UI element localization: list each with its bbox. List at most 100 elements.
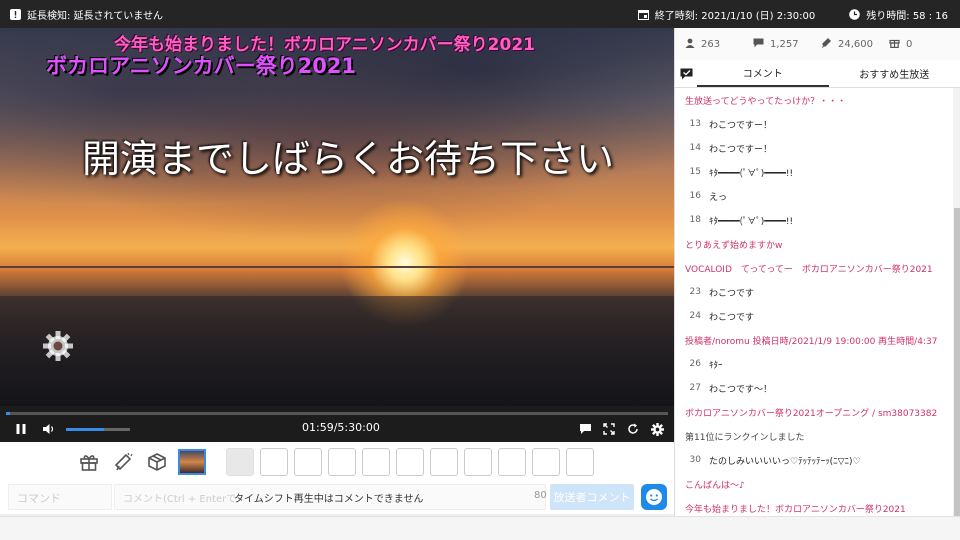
gift-slot[interactable] [396, 448, 424, 476]
reload-icon[interactable] [622, 418, 644, 440]
operator-comment-row[interactable]: VOCALOID てってってー ボカロアニソンカバー祭り2021 [675, 256, 953, 280]
comment-row[interactable]: 16 えっ [675, 184, 953, 208]
program-thumbnail[interactable] [178, 449, 206, 475]
comment-text: わこつです [709, 312, 755, 323]
comment-text: ｷﾀ━━━━(ﾟ∀ﾟ)━━━━!! [709, 168, 794, 179]
command-input[interactable]: コマンド [8, 484, 112, 510]
gift-slot[interactable] [328, 448, 356, 476]
gear-icon[interactable] [42, 330, 74, 362]
comment-number: 15 [689, 167, 701, 177]
comment-scrollbar[interactable] [953, 88, 960, 516]
system-message-row[interactable]: 第11位にランクインしました [675, 424, 953, 448]
tab-recommended[interactable]: おすすめ生放送 [829, 60, 960, 87]
comment-text: わこつですー！ [709, 120, 773, 131]
gift-slot[interactable] [362, 448, 390, 476]
comment-icon[interactable] [574, 418, 596, 440]
comment-number: 26 [689, 359, 701, 369]
comment-text: ｷﾀ━━━━(ﾟ∀ﾟ)━━━━!! [709, 216, 794, 227]
gift-slot[interactable] [464, 448, 492, 476]
comment-row[interactable]: 13 わこつですー！ [675, 112, 953, 136]
gift-toolbar [0, 442, 674, 482]
ad-megaphone-icon[interactable] [110, 449, 136, 475]
comment-text: 第11位にランクインしました [685, 432, 805, 443]
operator-comment-row[interactable]: ボカロアニソンカバー祭り2021オープニング / sm38073382 [675, 400, 953, 424]
comment-list[interactable]: 生放送ってどうやってたっけか？・・・ 13 わこつですー！ 14 わこつですー！ 15 ｷﾀ… [675, 88, 953, 516]
calendar-icon [637, 9, 649, 20]
comment-row[interactable]: 27 わこつです～！ [675, 376, 953, 400]
ad-megaphone-icon [821, 37, 832, 51]
comment-number: 18 [689, 215, 701, 225]
comment-row[interactable]: 18 ｷﾀ━━━━(ﾟ∀ﾟ)━━━━!! [675, 208, 953, 232]
comment-row[interactable]: 15 ｷﾀ━━━━(ﾟ∀ﾟ)━━━━!! [675, 160, 953, 184]
overlay-subtitle: ボカロアニソンカバー祭り2021 [46, 54, 357, 78]
comment-text: わこつです [709, 288, 755, 299]
shoreline [0, 296, 674, 406]
comment-text: 投稿者/noromu 投稿日時/2021/1/9 19:00:00 再生時間/4… [685, 336, 938, 347]
ad-points: 24,600 [838, 38, 873, 50]
timeshift-message: タイムシフト再生中はコメントできません [234, 494, 424, 505]
gift-icon [889, 37, 900, 51]
comment-text: とりあえず始めますかw [685, 240, 783, 251]
gift-stat: 0 [889, 37, 957, 51]
viewer-stat: 263 [685, 38, 753, 51]
warning-icon [10, 8, 21, 20]
operator-comment-row[interactable]: こんばんは～♪ [675, 472, 953, 496]
clock-icon [849, 8, 861, 20]
broadcaster-comment-button[interactable]: 放送者コメント [550, 484, 634, 510]
comment-input-bar: コマンド コメント(Ctrl + Enterで タイムシフト再生中はコメントでき… [0, 482, 674, 514]
box-icon[interactable] [144, 449, 170, 475]
comment-number: 23 [689, 287, 701, 297]
volume-level [66, 427, 105, 431]
chat-toggle-icon[interactable] [675, 60, 697, 87]
comment-row[interactable]: 26 ｷﾀｰ [675, 352, 953, 376]
gift-slot[interactable] [260, 448, 288, 476]
comment-text: こんばんは～♪ [685, 480, 745, 491]
play-pause-icon[interactable] [10, 418, 32, 440]
seek-bar[interactable] [6, 412, 668, 415]
volume-icon[interactable] [38, 418, 60, 440]
comment-stat: 1,257 [753, 38, 821, 51]
viewer-count: 263 [701, 38, 721, 50]
gift-slot[interactable] [498, 448, 526, 476]
operator-comment-row[interactable]: 生放送ってどうやってたっけか？・・・ [675, 88, 953, 112]
timecode: 01:59/5:30:00 [302, 421, 380, 434]
comment-number: 16 [689, 191, 701, 201]
horizon-line [0, 266, 674, 268]
video-player[interactable]: 今年も始まりました！ボカロアニソンカバー祭り2021 ボカロアニソンカバー祭り2… [0, 28, 674, 406]
comment-text: ボカロアニソンカバー祭り2021オープニング / sm38073382 [685, 408, 938, 419]
gift-slot[interactable] [294, 448, 322, 476]
gift-slot[interactable] [430, 448, 458, 476]
comment-text: 今年も始まりました！ボカロアニソンカバー祭り2021 [685, 504, 906, 515]
seek-progress [6, 412, 10, 415]
comment-number: 24 [689, 311, 701, 321]
comment-number: 30 [689, 455, 701, 465]
extension-status: 延長検知: 延長されていません [27, 10, 163, 22]
operator-comment-row[interactable]: 投稿者/noromu 投稿日時/2021/1/9 19:00:00 再生時間/4… [675, 328, 953, 352]
comment-row[interactable]: 24 わこつです [675, 304, 953, 328]
comment-text: わこつです～！ [709, 384, 773, 395]
fullscreen-icon[interactable] [598, 418, 620, 440]
comment-row[interactable]: 23 わこつです [675, 280, 953, 304]
gift-slot[interactable] [226, 448, 254, 476]
tab-comments[interactable]: コメント [697, 60, 829, 87]
comment-number: 27 [689, 383, 701, 393]
comment-text: わこつですー！ [709, 144, 773, 155]
face-icon[interactable] [641, 484, 667, 510]
gift-icon[interactable] [76, 449, 102, 475]
comment-row[interactable]: 30 たのしみいいいいっ♡ﾃｯﾃｯﾃｰｯ(ﾆ▽ﾆ)♡ [675, 448, 953, 472]
volume-slider[interactable] [66, 427, 130, 431]
gift-slot[interactable] [566, 448, 594, 476]
overlay-waiting-message: 開演までしばらくお待ち下さい [82, 137, 615, 181]
char-count: 80 [534, 490, 547, 501]
comment-count: 1,257 [770, 38, 799, 50]
operator-comment-row[interactable]: 今年も始まりました！ボカロアニソンカバー祭り2021 [675, 496, 953, 516]
comment-text: VOCALOID てってってー ボカロアニソンカバー祭り2021 [685, 264, 933, 275]
comment-count-icon [753, 38, 764, 51]
gift-slot[interactable] [532, 448, 560, 476]
comment-text: たのしみいいいいっ♡ﾃｯﾃｯﾃｰｯ(ﾆ▽ﾆ)♡ [709, 456, 861, 467]
comment-row[interactable]: 14 わこつですー！ [675, 136, 953, 160]
operator-comment-row[interactable]: とりあえず始めますかw [675, 232, 953, 256]
scrollbar-thumb[interactable] [954, 208, 960, 516]
settings-icon[interactable] [646, 418, 668, 440]
viewer-icon [685, 38, 695, 51]
